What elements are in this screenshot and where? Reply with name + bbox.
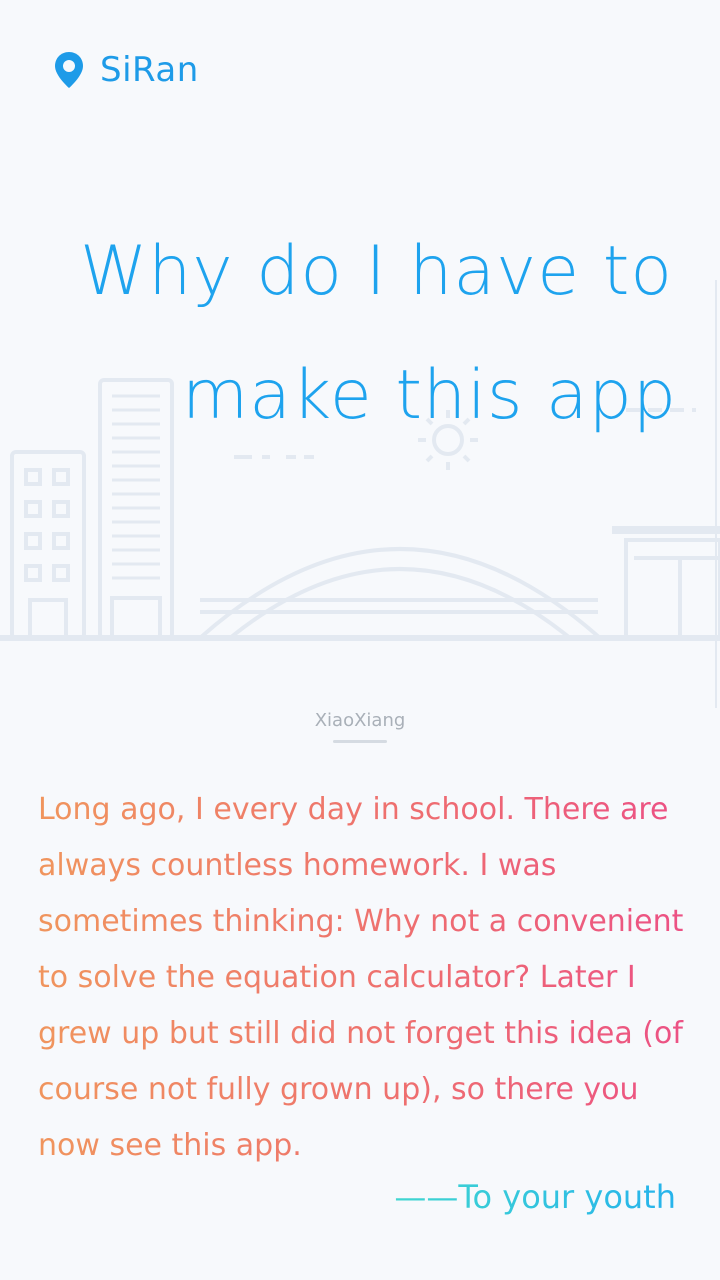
story-paragraph: Long ago, I every day in school. There a… bbox=[38, 782, 702, 1174]
author-name: XiaoXiang bbox=[314, 710, 406, 731]
signature: ——To your youth bbox=[394, 1178, 676, 1216]
location-name: SiRan bbox=[100, 50, 199, 90]
location-header[interactable]: SiRan bbox=[52, 50, 199, 90]
hero-title-line1: Why do I have to bbox=[80, 232, 673, 311]
location-pin-icon bbox=[55, 52, 83, 88]
hero-title-line2: make this app bbox=[182, 356, 678, 435]
author-underline bbox=[333, 740, 387, 743]
